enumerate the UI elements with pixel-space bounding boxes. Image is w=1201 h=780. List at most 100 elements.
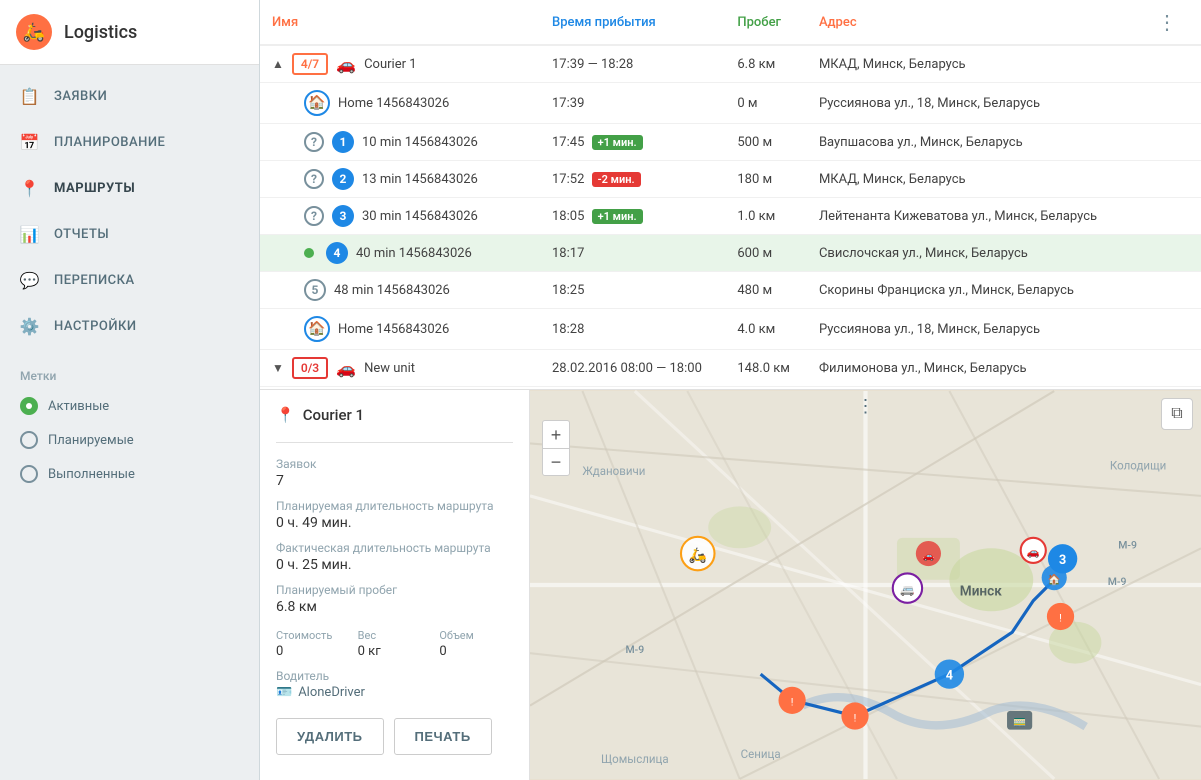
stop-number-badge: 1 [332,131,354,153]
table-row[interactable]: ▲ 4/7 🚗 Courier 1 17:39 — 18:28 6.8 км М… [260,45,1201,83]
table-row[interactable]: 🏠 Home 1456843026 18:28 4.0 км Руссиянов… [260,309,1201,350]
label-completed-text: Выполненные [48,467,135,482]
svg-text:Сеница: Сеница [741,747,781,761]
label-planned[interactable]: Планируемые [0,423,259,457]
stop-name: 30 min 1456843026 [362,209,478,224]
marshruty-icon: 📍 [20,178,40,198]
label-active[interactable]: Активные [0,389,259,423]
row-time: 18:05 +1 мин. [540,198,725,235]
home-icon: 🏠 [304,316,330,342]
sidebar-item-otchety[interactable]: 📊 ОТЧЕТЫ [0,211,259,257]
expand-button[interactable]: ▼ [272,361,284,375]
stop-name: 40 min 1456843026 [356,246,472,261]
planned-distance-row: Планируемый пробег 6.8 км [276,583,513,615]
svg-text:!: ! [854,711,857,724]
sidebar-item-planirovanie[interactable]: 📅 ПЛАНИРОВАНИЕ [0,119,259,165]
volume-value: 0 [439,644,513,659]
col-distance: Пробег [725,0,807,45]
planned-duration-label: Планируемая длительность маршрута [276,499,513,513]
courier-icon: 🚗 [336,55,356,74]
row-address: Лейтенанта Кижеватова ул., Минск, Белару… [807,198,1137,235]
zoom-out-button[interactable]: − [542,448,570,476]
row-time: 28.02.2016 08:00 — 18:00 [540,350,725,387]
time-delta-badge: +1 мин. [592,209,643,224]
row-address: МКАД, Минск, Беларусь [807,161,1137,198]
sidebar-item-perepiska[interactable]: 💬 ПЕРЕПИСКА [0,257,259,303]
table-row[interactable]: ? 1 10 min 1456843026 17:45 +1 мин. 500 … [260,124,1201,161]
table-row[interactable]: ▼ 0/3 🚗 New unit 28.02.2016 08:00 — 18:0… [260,350,1201,387]
map-more-button[interactable]: ⋮ [857,396,875,417]
actual-duration-value: 0 ч. 25 мин. [276,557,513,573]
print-button[interactable]: ПЕЧАТЬ [394,718,492,755]
row-address: Руссиянова ул., 18, Минск, Беларусь [807,83,1137,124]
row-time: 18:17 [540,235,725,272]
driver-name: AloneDriver [298,685,365,700]
table-row[interactable]: 🏠 Home 1456843026 17:39 0 м Руссиянова у… [260,83,1201,124]
zoom-in-button[interactable]: + [542,420,570,448]
row-name-cell: 🏠 Home 1456843026 [260,309,540,350]
map-toolbar: ⧉ [1161,398,1193,430]
sidebar-item-nastrojki[interactable]: ⚙️ НАСТРОЙКИ [0,303,259,349]
row-time: 17:39 — 18:28 [540,45,725,83]
svg-text:Минск: Минск [960,583,1002,599]
app-logo: 🛵 [16,14,52,50]
sidebar-item-marshruty[interactable]: 📍 МАРШРУТЫ [0,165,259,211]
courier-location-icon: 📍 [276,406,295,424]
col-time: Время прибытия [540,0,725,45]
zaявок-value: 7 [276,473,513,489]
row-name-cell: 🏠 Home 1456843026 [260,83,540,124]
table-row[interactable]: ? 2 13 min 1456843026 17:52 -2 мин. 180 … [260,161,1201,198]
svg-text:3: 3 [1059,553,1066,568]
stop-number-badge: 3 [332,205,354,227]
stop-number-badge: 5 [304,279,326,301]
sidebar: 🛵 Logistics 📋 ЗАЯВКИ 📅 ПЛАНИРОВАНИЕ 📍 МА… [0,0,260,780]
svg-text:🛵: 🛵 [689,546,707,564]
sidebar-item-label: НАСТРОЙКИ [54,319,137,334]
delete-button[interactable]: УДАЛИТЬ [276,718,384,755]
sidebar-item-label: МАРШРУТЫ [54,181,135,196]
col-name: Имя [260,0,540,45]
sidebar-item-zaявки[interactable]: 📋 ЗАЯВКИ [0,73,259,119]
volume-cell: Объем 0 [439,629,513,659]
row-time: 17:39 [540,83,725,124]
radio-active[interactable] [20,397,38,415]
table-more-icon[interactable]: ⋮ [1149,6,1185,38]
planirovanie-icon: 📅 [20,132,40,152]
sidebar-item-label: ПЛАНИРОВАНИЕ [54,135,165,150]
label-completed[interactable]: Выполненные [0,457,259,491]
row-distance: 480 м [725,272,807,309]
time-delta-badge: +1 мин. [592,135,643,150]
table-row[interactable]: 4 40 min 1456843026 18:17 600 м Свислочс… [260,235,1201,272]
svg-text:M-9: M-9 [1118,538,1137,551]
expand-button[interactable]: ▲ [272,57,284,71]
driver-card-icon: 🪪 [276,685,292,700]
cost-weight-volume-grid: Стоимость 0 Вес 0 кг Объем 0 [276,629,513,659]
row-name-cell: ? 3 30 min 1456843026 [260,198,540,235]
routes-table: Имя Время прибытия Пробег Адрес ⋮ ▲ 4/7 [260,0,1201,390]
labels-section-title: Метки [0,357,259,389]
table-row[interactable]: ? 3 30 min 1456843026 18:05 +1 мин. 1.0 … [260,198,1201,235]
courier-badge: 0/3 [292,357,328,379]
svg-text:🚗: 🚗 [1027,546,1040,559]
weight-cell: Вес 0 кг [358,629,432,659]
driver-info: 🪪 AloneDriver [276,685,513,700]
row-actions [1137,235,1201,272]
col-address: Адрес [807,0,1137,45]
cost-value: 0 [276,644,350,659]
row-actions [1137,309,1201,350]
row-actions [1137,350,1201,387]
layers-button[interactable]: ⧉ [1161,398,1193,430]
courier-name: Courier 1 [364,57,416,72]
driver-row: Водитель 🪪 AloneDriver [276,669,513,700]
sidebar-header: 🛵 Logistics [0,0,259,65]
svg-text:🏠: 🏠 [1048,573,1061,586]
radio-planned[interactable] [20,431,38,449]
map-zoom-controls: + − [542,420,570,476]
stop-name: 13 min 1456843026 [362,172,478,187]
zaявок-row: Заявок 7 [276,457,513,489]
sidebar-item-label: ЗАЯВКИ [54,89,107,104]
radio-completed[interactable] [20,465,38,483]
stop-name: Home 1456843026 [338,322,449,337]
table-row[interactable]: 5 48 min 1456843026 18:25 480 м Скорины … [260,272,1201,309]
stop-number-badge: 2 [332,168,354,190]
